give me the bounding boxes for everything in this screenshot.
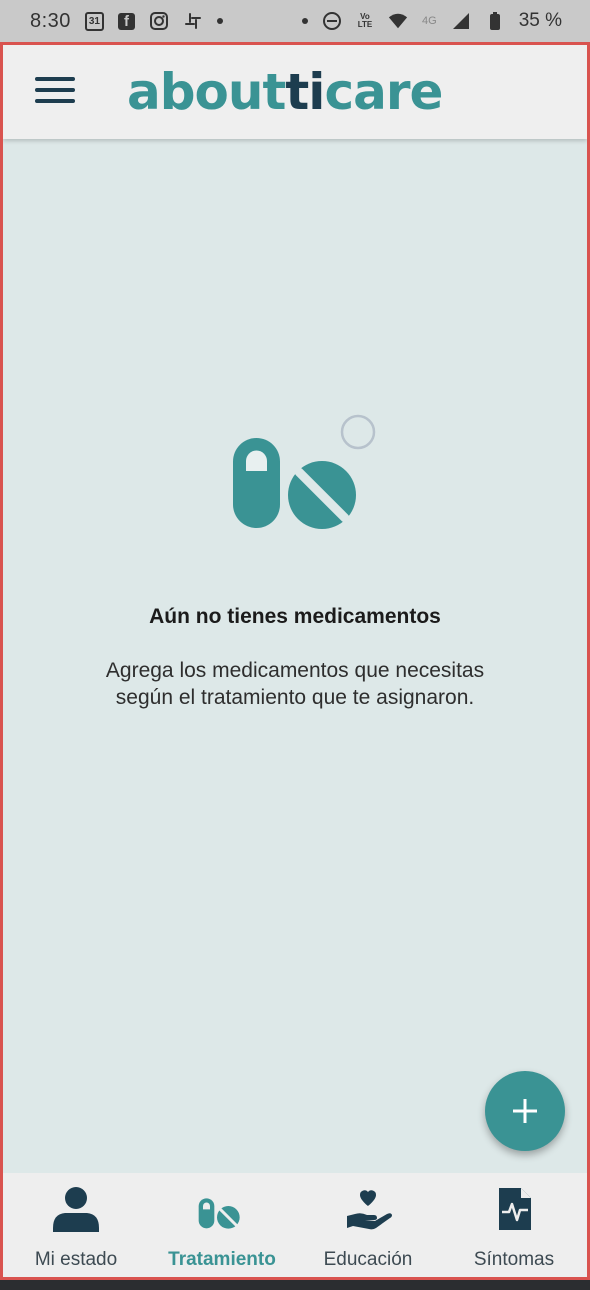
- network-type: 4G: [422, 15, 437, 27]
- hamburger-icon: [35, 99, 75, 103]
- empty-state-title: Aún no tienes medicamentos: [149, 605, 441, 628]
- bottom-navigation: Mi estado Tratamiento Educación Síntomas: [3, 1173, 587, 1277]
- volte-icon: Vo LTE: [357, 12, 373, 29]
- logo-text-about: about: [127, 63, 286, 121]
- nav-label: Síntomas: [473, 1249, 555, 1270]
- status-bar: 8:30 31 f Vo LTE 4G 35 %: [0, 0, 590, 42]
- nav-label: Tratamiento: [168, 1249, 276, 1270]
- wifi-icon: [388, 11, 408, 31]
- nav-item-sintomas[interactable]: Síntomas: [441, 1173, 587, 1277]
- nav-label: Mi estado: [34, 1249, 118, 1270]
- facebook-icon: f: [117, 12, 135, 30]
- status-time: 8:30: [30, 9, 71, 32]
- add-medication-button[interactable]: [485, 1071, 565, 1151]
- pills-icon: [233, 414, 376, 529]
- pills-icon: [196, 1183, 248, 1235]
- app-logo: about ti care: [127, 57, 443, 127]
- calendar-icon: 31: [84, 11, 104, 31]
- instagram-icon: [149, 11, 169, 31]
- battery-icon: [485, 11, 505, 31]
- nav-label: Educación: [323, 1249, 413, 1270]
- hamburger-icon: [35, 88, 75, 92]
- do-not-disturb-icon: [322, 11, 342, 31]
- nav-item-educacion[interactable]: Educación: [295, 1173, 441, 1277]
- heart-hand-icon: [342, 1183, 394, 1235]
- nav-item-tratamiento[interactable]: Tratamiento: [149, 1173, 295, 1277]
- logo-text-care: care: [324, 63, 443, 121]
- notification-dot-icon: [302, 18, 308, 24]
- app-screen: about ti care Aún no tienes medicamentos …: [0, 42, 590, 1280]
- person-icon: [50, 1183, 102, 1235]
- system-nav-bar: [0, 1280, 590, 1290]
- notification-dot-icon: [216, 18, 223, 24]
- slack-icon: [183, 11, 203, 31]
- logo-text-ti: ti: [285, 63, 325, 121]
- document-pulse-icon: [488, 1183, 540, 1235]
- hamburger-icon: [35, 77, 75, 81]
- nav-item-mi-estado[interactable]: Mi estado: [3, 1173, 149, 1277]
- empty-state-description: Agrega los medicamentos que necesitas se…: [105, 659, 485, 709]
- app-header: about ti care: [3, 45, 587, 139]
- battery-level: 35 %: [518, 10, 562, 31]
- status-left: 8:30 31 f: [30, 10, 223, 33]
- signal-icon: [451, 11, 471, 31]
- menu-button[interactable]: [35, 73, 75, 107]
- plus-icon: [513, 1099, 537, 1123]
- status-right: Vo LTE 4G 35 %: [302, 10, 562, 32]
